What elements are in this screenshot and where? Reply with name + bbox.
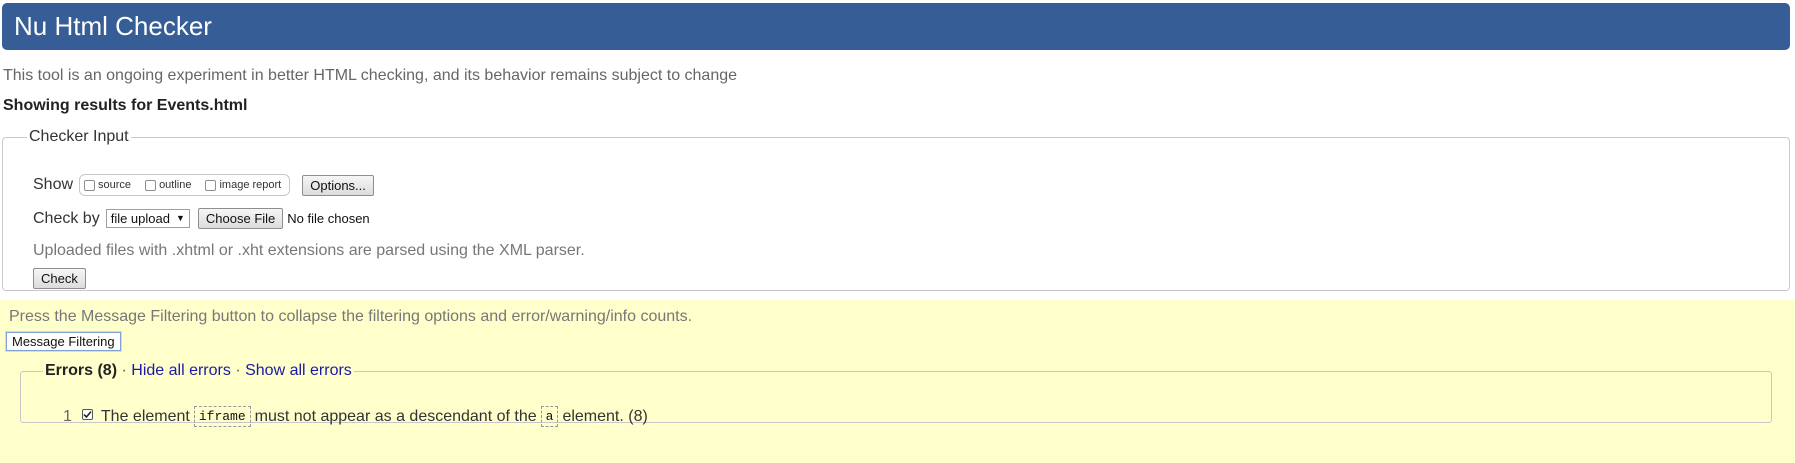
checker-input-legend: Checker Input (29, 128, 129, 145)
show-outline-label: outline (159, 179, 192, 191)
error-text-before: The element (100, 407, 190, 425)
checkmark-icon (83, 411, 92, 419)
error-text-middle: must not appear as a descendant of the (254, 407, 537, 425)
error-filter-checkbox[interactable] (81, 409, 93, 420)
filtering-note: Press the Message Filtering button to co… (9, 308, 693, 325)
legend-separator: · (121, 362, 127, 379)
xml-parser-note: Uploaded files with .xhtml or .xht exten… (33, 242, 585, 259)
header-bar: Nu Html Checker (2, 3, 1790, 50)
message-filtering-area: Press the Message Filtering button to co… (0, 300, 1795, 463)
show-source-label: source (98, 179, 132, 191)
errors-count-title: Errors (8) (45, 362, 118, 379)
chevron-down-icon: ▼ (175, 213, 185, 223)
error-code-iframe: iframe (193, 406, 251, 427)
page-title: Nu Html Checker (14, 11, 212, 41)
error-filter-item: 1 The element iframe must not appear as … (63, 406, 648, 427)
checker-page: Nu Html Checker This tool is an ongoing … (0, 0, 1795, 463)
check-by-row: Check by file upload ▼ Choose File No fi… (33, 208, 370, 229)
show-source-checkbox[interactable] (84, 179, 96, 191)
hide-all-errors-link[interactable]: Hide all errors (131, 362, 231, 379)
intro-text: This tool is an ongoing experiment in be… (3, 67, 738, 84)
show-image-report-label: image report (219, 179, 282, 191)
show-source-option[interactable]: source (84, 179, 131, 191)
show-all-errors-link[interactable]: Show all errors (245, 362, 352, 379)
show-outline-option[interactable]: outline (145, 179, 191, 191)
error-number: 1 (63, 407, 72, 425)
check-by-selected-value: file upload (110, 211, 170, 226)
message-filtering-button[interactable]: Message Filtering (5, 331, 122, 352)
legend-separator: · (235, 362, 241, 379)
options-button[interactable]: Options... (302, 174, 374, 196)
show-image-report-checkbox[interactable] (205, 179, 217, 191)
showing-results-heading: Showing results for Events.html (3, 97, 248, 114)
show-options-group: source outline image report (79, 174, 291, 196)
show-label: Show (33, 176, 74, 193)
errors-fieldset: Errors (8) · Hide all errors · Show all … (20, 362, 1772, 427)
errors-legend: Errors (8) · Hide all errors · Show all … (43, 362, 354, 380)
check-by-select[interactable]: file upload ▼ (105, 209, 190, 228)
show-image-report-option[interactable]: image report (205, 179, 281, 191)
show-outline-checkbox[interactable] (145, 179, 157, 191)
choose-file-button[interactable]: Choose File (197, 208, 284, 229)
no-file-chosen-text: No file chosen (287, 211, 370, 226)
checker-input-fieldset: Checker Input Show source outline image … (2, 128, 1790, 291)
error-code-a: a (540, 406, 559, 427)
error-text-after: element. (8) (562, 407, 648, 425)
submit-row: Check (33, 268, 86, 289)
check-by-label: Check by (33, 209, 100, 227)
check-button[interactable]: Check (33, 268, 86, 289)
show-row: Show source outline image report Options… (33, 174, 374, 196)
